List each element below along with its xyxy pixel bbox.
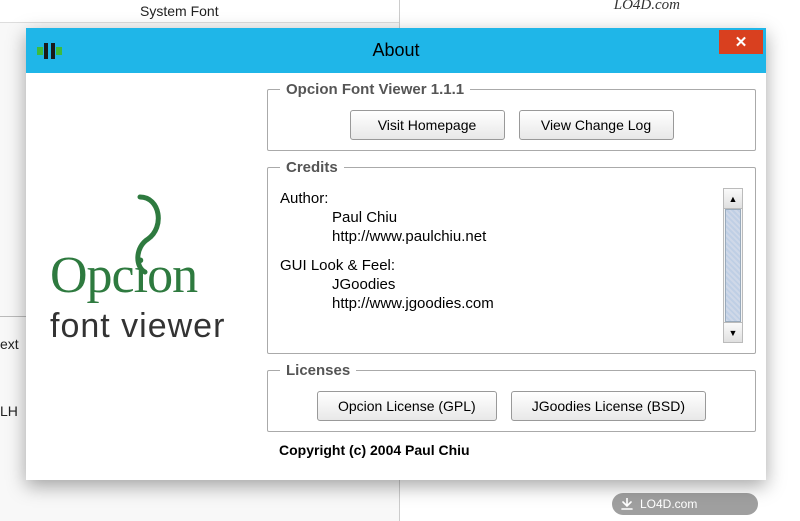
homepage-legend: Opcion Font Viewer 1.1.1 [280,81,470,98]
jgoodies-license-button[interactable]: JGoodies License (BSD) [511,391,706,421]
licenses-section: Licenses Opcion License (GPL) JGoodies L… [267,362,756,432]
scroll-down-button[interactable]: ▼ [724,322,742,342]
scroll-track[interactable] [724,209,742,322]
watermark-top: LO4D.com [614,0,680,14]
licenses-legend: Licenses [280,362,356,379]
gui-label: GUI Look & Feel: [280,257,717,274]
author-name: Paul Chiu [280,209,717,226]
gui-name: JGoodies [280,276,717,293]
scroll-up-button[interactable]: ▲ [724,189,742,209]
about-dialog: About ✕ Opcion font viewer Opcion Font V… [26,28,766,480]
list-item[interactable]: System Font [0,0,399,23]
copyright-text: Copyright (c) 2004 Paul Chiu [267,436,756,458]
content-panel: Opcion Font Viewer 1.1.1 Visit Homepage … [267,77,760,476]
credits-section: Credits Author: Paul Chiu http://www.pau… [267,159,756,354]
lo4d-badge-text: LO4D.com [640,497,697,511]
gui-url: http://www.jgoodies.com [280,295,717,312]
dialog-body: Opcion font viewer Opcion Font Viewer 1.… [26,73,766,480]
credits-scrollbar[interactable]: ▲ ▼ [723,188,743,343]
credits-text: Author: Paul Chiu http://www.paulchiu.ne… [280,188,723,343]
background-partial-text: ext [0,336,19,352]
close-button[interactable]: ✕ [719,30,763,54]
author-url: http://www.paulchiu.net [280,228,717,245]
view-changelog-button[interactable]: View Change Log [519,110,674,140]
close-icon: ✕ [735,33,748,51]
opcion-logo: Opcion font viewer [50,187,250,367]
svg-text:Opcion: Opcion [50,247,198,304]
opcion-license-button[interactable]: Opcion License (GPL) [317,391,497,421]
background-partial-text: LH [0,403,18,419]
titlebar[interactable]: About ✕ [26,28,766,73]
chevron-down-icon: ▼ [729,328,738,338]
visit-homepage-button[interactable]: Visit Homepage [350,110,505,140]
author-label: Author: [280,190,717,207]
homepage-section: Opcion Font Viewer 1.1.1 Visit Homepage … [267,81,756,151]
chevron-up-icon: ▲ [729,194,738,204]
svg-text:font viewer: font viewer [50,307,225,345]
app-icon [36,40,64,62]
logo-panel: Opcion font viewer [32,77,267,476]
scroll-thumb[interactable] [725,209,741,322]
credits-legend: Credits [280,159,344,176]
lo4d-badge: LO4D.com [612,493,758,515]
download-icon [620,497,634,511]
dialog-title: About [26,40,766,61]
